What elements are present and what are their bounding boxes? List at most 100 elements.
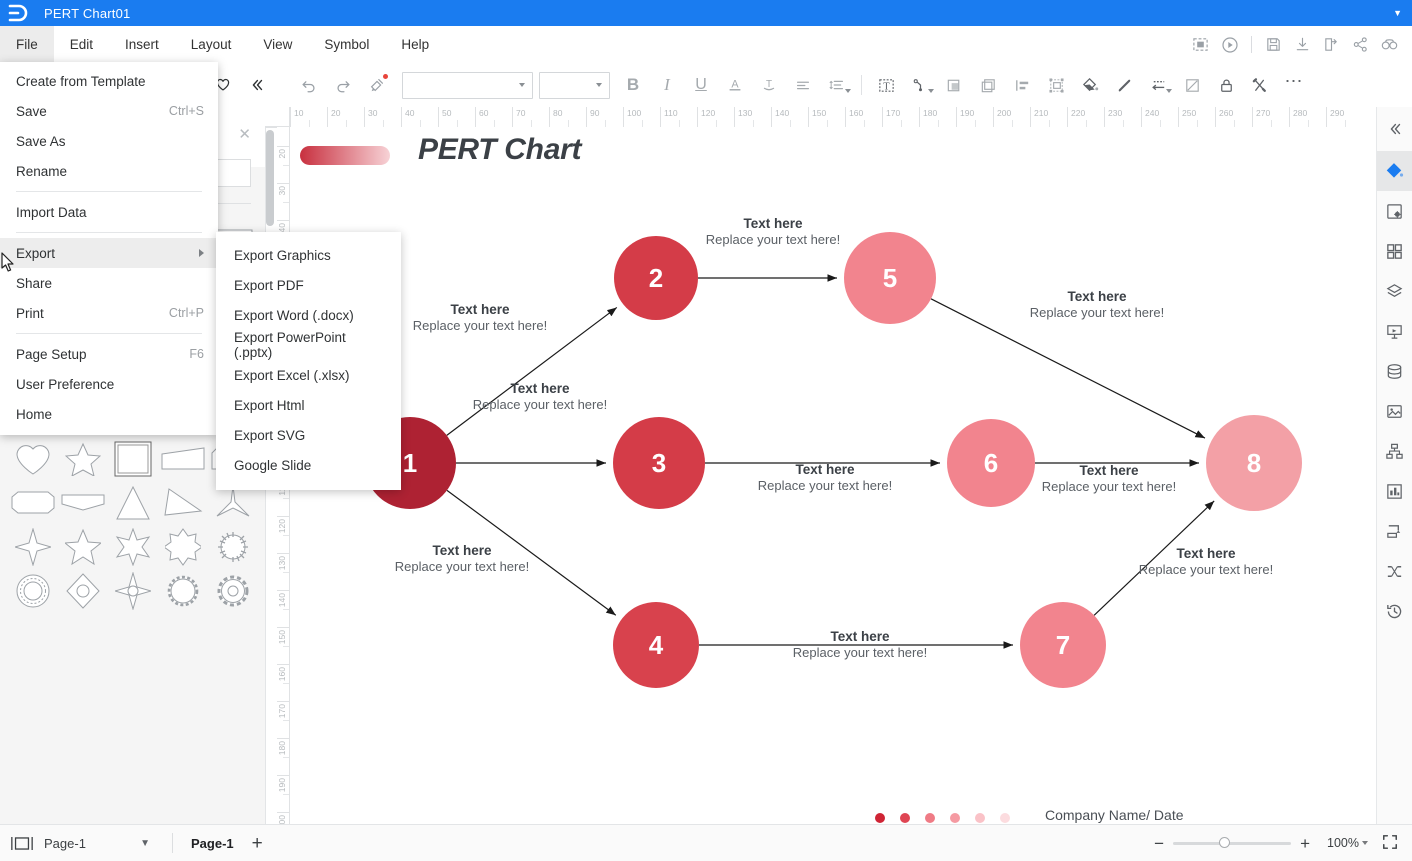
- menu-edit[interactable]: Edit: [54, 26, 109, 63]
- image-icon[interactable]: [1377, 391, 1412, 431]
- export-menu-item-export-word-docx-[interactable]: Export Word (.docx): [216, 300, 401, 330]
- zoom-in-button[interactable]: +: [1291, 835, 1319, 852]
- text-box-icon[interactable]: T: [869, 63, 903, 107]
- shape-scalene-triangle[interactable]: [158, 481, 208, 525]
- bold-icon[interactable]: B: [616, 63, 650, 107]
- save-icon[interactable]: [1259, 26, 1288, 63]
- connector-icon[interactable]: [903, 63, 937, 107]
- menu-symbol[interactable]: Symbol: [308, 26, 385, 63]
- chevron-down-icon[interactable]: [1362, 841, 1368, 845]
- export-menu-item-export-svg[interactable]: Export SVG: [216, 420, 401, 450]
- menu-file[interactable]: File: [0, 26, 54, 63]
- export-menu-item-export-html[interactable]: Export Html: [216, 390, 401, 420]
- org-chart-icon[interactable]: [1377, 431, 1412, 471]
- tools-icon[interactable]: [1243, 63, 1277, 107]
- fill-color-icon[interactable]: [1073, 63, 1107, 107]
- edge-label[interactable]: Text hereReplace your text here!: [395, 543, 529, 575]
- edge-label[interactable]: Text hereReplace your text here!: [706, 216, 840, 248]
- page-settings-icon[interactable]: [1377, 191, 1412, 231]
- collapse-panel-icon[interactable]: [240, 63, 274, 107]
- shape-heart[interactable]: [8, 437, 58, 481]
- export-menu-item-export-pdf[interactable]: Export PDF: [216, 270, 401, 300]
- edge-label[interactable]: Text hereReplace your text here!: [473, 381, 607, 413]
- diagram-node-2[interactable]: 2: [614, 236, 698, 320]
- edge-label[interactable]: Text hereReplace your text here!: [413, 302, 547, 334]
- redo-icon[interactable]: [326, 63, 360, 107]
- diagram-node-6[interactable]: 6: [947, 419, 1035, 507]
- file-menu-item-user-preference[interactable]: User Preference: [0, 369, 218, 399]
- shape-octagon-flat[interactable]: [8, 481, 58, 525]
- menu-insert[interactable]: Insert: [109, 26, 175, 63]
- file-menu-item-export[interactable]: Export: [0, 238, 218, 268]
- shape-library-icon[interactable]: [1377, 231, 1412, 271]
- file-menu-item-save-as[interactable]: Save As: [0, 126, 218, 156]
- file-menu-item-rename[interactable]: Rename: [0, 156, 218, 186]
- diagram-node-5[interactable]: 5: [844, 232, 936, 324]
- file-menu-item-import-data[interactable]: Import Data: [0, 197, 218, 227]
- shape-four-point-star[interactable]: [8, 525, 58, 569]
- export-menu-item-google-slide[interactable]: Google Slide: [216, 450, 401, 480]
- diagram-node-3[interactable]: 3: [613, 417, 705, 509]
- file-menu-item-print[interactable]: PrintCtrl+P: [0, 298, 218, 328]
- file-menu-item-home[interactable]: Home: [0, 399, 218, 429]
- line-type-icon[interactable]: [1141, 63, 1175, 107]
- collapse-sidebar-icon[interactable]: [1377, 107, 1412, 151]
- presentation-icon[interactable]: [1377, 311, 1412, 351]
- export-menu-item-export-graphics[interactable]: Export Graphics: [216, 240, 401, 270]
- export-menu-item-export-powerpoint-pptx-[interactable]: Export PowerPoint (.pptx): [216, 330, 401, 360]
- diagram-node-7[interactable]: 7: [1020, 602, 1106, 688]
- edge-label[interactable]: Text hereReplace your text here!: [793, 629, 927, 661]
- diagram-canvas[interactable]: PERT Chart 12345678 Text hereReplace you…: [290, 127, 1377, 825]
- file-menu-item-page-setup[interactable]: Page SetupF6: [0, 339, 218, 369]
- download-icon[interactable]: [1288, 26, 1317, 63]
- font-family-select[interactable]: [402, 72, 533, 99]
- shape-five-point-star[interactable]: [58, 525, 108, 569]
- data-icon[interactable]: [1377, 351, 1412, 391]
- shape-four-star-circle[interactable]: [108, 569, 158, 613]
- underline-icon[interactable]: U: [684, 63, 718, 107]
- text-highlight-icon[interactable]: T: [752, 63, 786, 107]
- shape-gear-ring[interactable]: [8, 569, 58, 613]
- edge-label[interactable]: Text hereReplace your text here!: [1139, 546, 1273, 578]
- zoom-out-button[interactable]: −: [1145, 835, 1173, 852]
- chevron-down-icon[interactable]: ▼: [1393, 0, 1402, 26]
- edge-label[interactable]: Text hereReplace your text here!: [1030, 289, 1164, 321]
- shape-six-point-star[interactable]: [108, 525, 158, 569]
- shape-tapered-rectangle[interactable]: [158, 437, 208, 481]
- file-menu-item-share[interactable]: Share: [0, 268, 218, 298]
- line-style-brush-icon[interactable]: [1107, 63, 1141, 107]
- collaboration-eyes-icon[interactable]: [1375, 26, 1404, 63]
- line-spacing-icon[interactable]: [820, 63, 854, 107]
- shape-flag-banner[interactable]: [58, 481, 108, 525]
- fill-style-icon[interactable]: [1377, 151, 1412, 191]
- file-menu-item-save[interactable]: SaveCtrl+S: [0, 96, 218, 126]
- menu-layout[interactable]: Layout: [175, 26, 248, 63]
- share-network-icon[interactable]: [1346, 26, 1375, 63]
- play-slideshow-icon[interactable]: [1215, 26, 1244, 63]
- edit-shape-icon[interactable]: [1175, 63, 1209, 107]
- page-select[interactable]: Page-1 ▼: [44, 825, 164, 861]
- shape-gear-12[interactable]: [208, 569, 258, 613]
- menu-help[interactable]: Help: [385, 26, 445, 63]
- presentation-mode-icon[interactable]: [1186, 26, 1215, 63]
- add-page-button[interactable]: +: [244, 834, 271, 853]
- shape-seven-point-star[interactable]: [158, 525, 208, 569]
- font-size-select[interactable]: [539, 72, 610, 99]
- format-painter-icon[interactable]: [360, 63, 394, 107]
- dashboard-icon[interactable]: [1377, 471, 1412, 511]
- shape-double-square[interactable]: [108, 437, 158, 481]
- align-objects-icon[interactable]: [1005, 63, 1039, 107]
- font-color-icon[interactable]: A: [718, 63, 752, 107]
- page-tab-page-1[interactable]: Page-1: [181, 836, 244, 851]
- page-view-icon[interactable]: [0, 825, 44, 861]
- close-icon[interactable]: ✕: [238, 125, 251, 143]
- export-menu-item-export-excel-xlsx-[interactable]: Export Excel (.xlsx): [216, 360, 401, 390]
- layers-icon[interactable]: [1377, 271, 1412, 311]
- lock-icon[interactable]: [1209, 63, 1243, 107]
- shape-diamond-circle[interactable]: [58, 569, 108, 613]
- export-submenu[interactable]: Export GraphicsExport PDFExport Word (.d…: [216, 232, 401, 490]
- align-text-icon[interactable]: [786, 63, 820, 107]
- callout-icon[interactable]: [1377, 511, 1412, 551]
- export-share-icon[interactable]: [1317, 26, 1346, 63]
- duplicate-icon[interactable]: [971, 63, 1005, 107]
